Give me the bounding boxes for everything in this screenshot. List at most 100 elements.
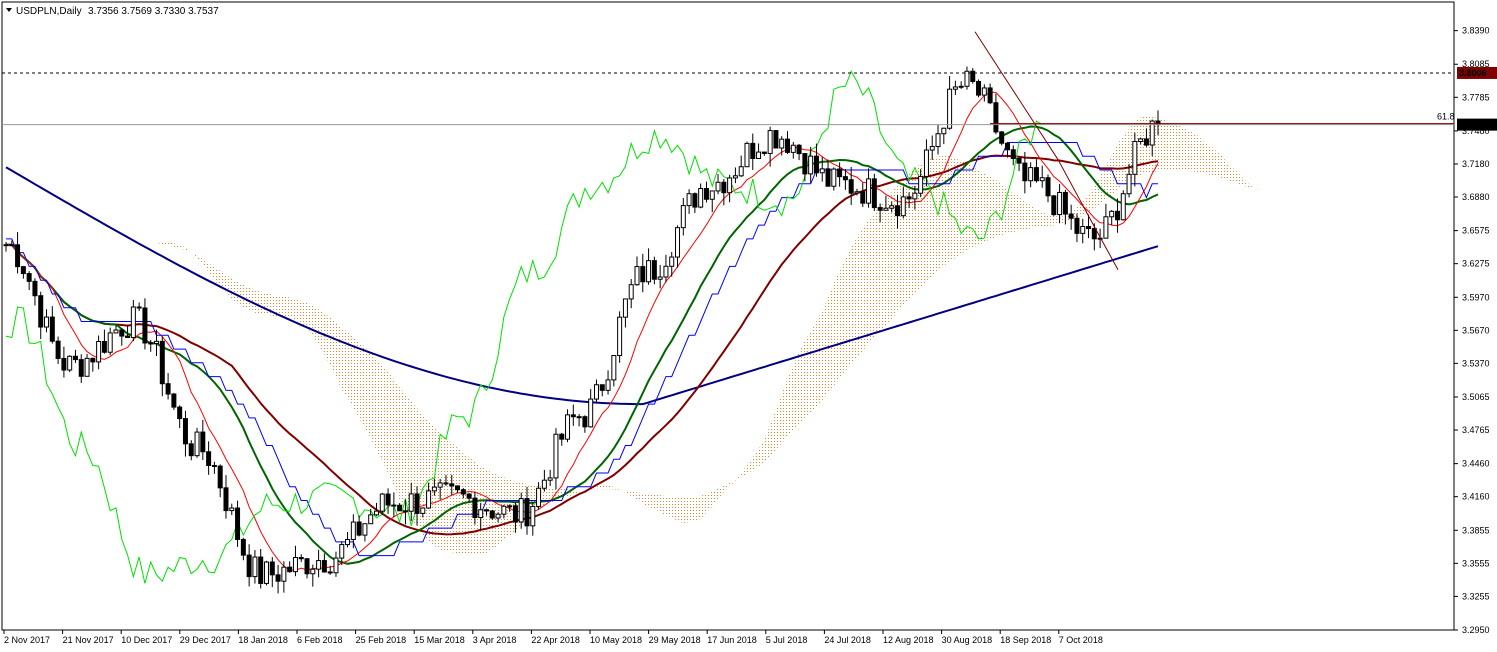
candle-body <box>194 431 200 457</box>
candle-body <box>848 179 854 194</box>
y-tick-label: 3.5370 <box>1462 358 1490 368</box>
candle-body <box>408 493 414 512</box>
candle-body <box>646 260 652 283</box>
candle-body <box>588 398 594 428</box>
candle-body <box>837 168 843 178</box>
y-axis: 3.8390 3.8085 3.7785 3.7480 3.7180 3.6880 3.65… <box>1454 26 1490 635</box>
candle-body <box>981 87 987 96</box>
candle-body <box>1114 210 1120 221</box>
candle-body <box>634 266 640 286</box>
candle-body <box>501 505 507 515</box>
candle-body <box>918 175 924 194</box>
candle-body <box>78 359 84 377</box>
candle-body <box>483 509 489 512</box>
y-tick-label: 3.4160 <box>1462 492 1490 502</box>
x-tick-label: 10 May 2018 <box>590 635 642 645</box>
candle-body <box>524 498 530 527</box>
candle-body <box>947 88 953 129</box>
candle-body <box>1143 138 1149 146</box>
candle-body <box>831 168 837 187</box>
candle-body <box>15 244 21 268</box>
y-tick-label: 3.6275 <box>1462 259 1490 269</box>
candle-body <box>1039 177 1045 182</box>
candle-body <box>559 433 565 440</box>
candle-body <box>217 465 223 489</box>
y-tick-label: 3.7180 <box>1462 159 1490 169</box>
candle-body <box>182 418 188 445</box>
candle-body <box>958 85 964 88</box>
candle-body <box>808 155 814 175</box>
price-chart[interactable]: 3.800661.83.7537 3.83903.80853.77853.748… <box>0 0 1497 652</box>
candle-body <box>761 151 767 154</box>
candle-body <box>507 505 513 508</box>
ohlc-values: 3.7356 3.7569 3.7330 3.7537 <box>88 6 219 17</box>
candle-body <box>518 498 524 523</box>
candle-body <box>72 355 78 361</box>
candle-body <box>281 566 287 582</box>
candle-body <box>605 379 611 391</box>
candle-body <box>101 340 107 353</box>
x-tick-label: 5 Jul 2018 <box>766 635 808 645</box>
x-tick-label: 30 Aug 2018 <box>942 635 993 645</box>
candle-body <box>229 507 235 512</box>
candle-body <box>350 521 356 541</box>
y-tick-label: 3.4765 <box>1462 425 1490 435</box>
candle-body <box>819 168 825 174</box>
candle-body <box>188 443 194 457</box>
candle-body <box>362 523 368 536</box>
x-tick-label: 3 Apr 2018 <box>473 635 517 645</box>
y-tick-label: 3.6880 <box>1462 192 1490 202</box>
candle-body <box>9 244 15 247</box>
candle-body <box>339 544 345 559</box>
candle-body <box>790 144 796 153</box>
candle-body <box>327 571 333 574</box>
candle-body <box>356 521 362 536</box>
candle-body <box>1033 167 1039 182</box>
candle-body <box>1138 138 1144 143</box>
candle-body <box>750 142 756 160</box>
candle-body <box>489 510 495 519</box>
candle-body <box>373 510 379 516</box>
candle-body <box>96 340 102 363</box>
candle-body <box>455 485 461 491</box>
candle-body <box>698 188 704 208</box>
chart-title: USDPLN,Daily <box>16 6 82 17</box>
x-tick-label: 21 Nov 2017 <box>63 635 114 645</box>
candle-body <box>686 193 692 207</box>
candle-body <box>993 102 999 133</box>
candle-body <box>796 144 802 155</box>
candle-body <box>298 557 304 560</box>
dropdown-triangle-icon[interactable] <box>6 8 12 12</box>
candle-body <box>565 414 571 440</box>
candle-body <box>530 505 536 527</box>
candle-body <box>49 316 55 342</box>
candle-body <box>1120 193 1126 221</box>
candle-body <box>61 357 67 371</box>
candle-body <box>391 504 397 507</box>
candle-body <box>553 433 559 479</box>
candle-body <box>727 177 733 194</box>
candle-body <box>443 482 449 485</box>
candle-body <box>379 493 385 512</box>
candle-body <box>582 416 588 428</box>
x-tick-label: 29 May 2018 <box>649 635 701 645</box>
candle-body <box>136 306 142 309</box>
candle-body <box>200 431 206 453</box>
candle-body <box>935 133 941 148</box>
candle-body <box>1045 177 1051 197</box>
candle-body <box>923 149 929 177</box>
candle-body <box>310 568 316 575</box>
candle-body <box>657 276 663 280</box>
candle-body <box>402 510 408 513</box>
candle-body <box>622 298 628 318</box>
x-tick-label: 17 Jun 2018 <box>707 635 757 645</box>
candle-body <box>715 181 721 192</box>
candle-body <box>512 505 518 523</box>
horizontal-levels: 3.800661.83.7537 <box>2 31 1497 270</box>
candle-body <box>1132 141 1138 175</box>
candle-body <box>813 155 819 174</box>
candle-body <box>599 384 605 391</box>
candle-body <box>495 513 501 519</box>
candle-body <box>675 227 681 258</box>
y-tick-label: 3.6575 <box>1462 226 1490 236</box>
